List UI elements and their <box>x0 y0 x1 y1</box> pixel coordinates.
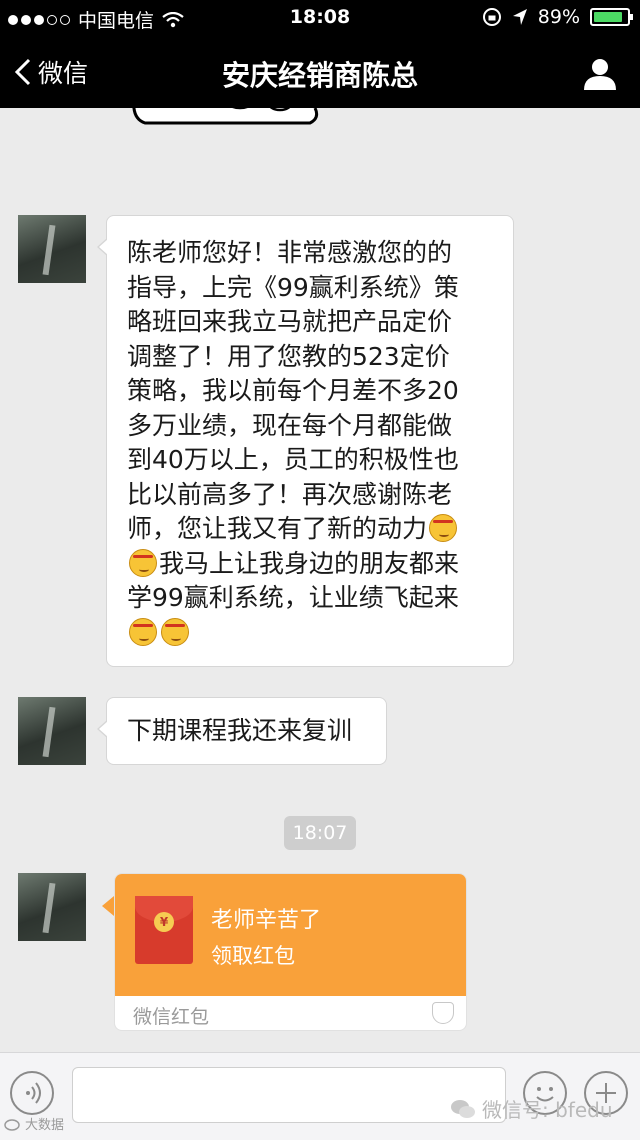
message-input[interactable] <box>72 1067 506 1123</box>
battery-level-fill <box>594 12 622 22</box>
wechat-logo-icon <box>451 1099 475 1118</box>
red-envelope-icon: ¥ <box>135 896 193 964</box>
message-bubble[interactable]: 陈老师您好！非常感激您的的 指导，上完《99赢利系统》策 略班回来我立马就把产品… <box>97 215 514 667</box>
coin-symbol: ¥ <box>154 912 174 932</box>
message-line: 多万业绩，现在每个月都能做 <box>127 410 453 440</box>
emoji-icon <box>129 617 157 646</box>
watermark-right: 微信号: bfedu <box>450 1094 613 1123</box>
avatar[interactable] <box>18 697 86 765</box>
red-packet-action: 领取红包 <box>211 944 295 968</box>
chat-title: 安庆经销商陈总 <box>221 59 418 92</box>
red-packet-body: ¥ 老师辛苦了 领取红包 <box>115 874 466 996</box>
watermark-left-text: 大数据 <box>25 1118 65 1133</box>
voice-icon[interactable] <box>10 1071 54 1115</box>
message-line: 调整了！用了您教的523定价 <box>127 341 450 371</box>
emoji-icon <box>129 548 157 577</box>
message-line-with-emoji: 我马上让我身边的朋友都来 <box>127 547 501 582</box>
emoji-row <box>127 616 501 651</box>
chat-area[interactable]: 陈老师您好！非常感激您的的 指导，上完《99赢利系统》策 略班回来我立马就把产品… <box>0 108 640 1052</box>
emoji-icon <box>429 514 458 542</box>
watermark-right-text: 微信号: bfedu <box>482 1098 613 1122</box>
message-line: 我马上让我身边的朋友都来 <box>159 548 460 578</box>
message-line: 师，您让我又有了新的动力 <box>127 514 428 543</box>
timestamp: 18:07 <box>284 816 356 850</box>
emoji-icon <box>161 617 189 646</box>
sticker-image <box>132 108 319 125</box>
message-line: 陈老师您好！非常感激您的的 <box>127 238 453 267</box>
message-line: 到40万以上，员工的积极性也 <box>127 445 459 474</box>
status-bar: 中国电信 18:08 89% <box>0 0 640 36</box>
avatar[interactable] <box>18 873 86 941</box>
watermark-left: 大数据 <box>4 1114 64 1133</box>
weibo-logo-icon <box>4 1118 20 1131</box>
message-line: 策略，我以前每个月差不多20 <box>127 376 459 405</box>
message-bubble[interactable]: 下期课程我还来复训 <box>97 697 387 765</box>
navigation-bar: 微信 安庆经销商陈总 <box>0 36 640 108</box>
message-line: 学99赢利系统，让业绩飞起来 <box>127 583 459 612</box>
location-arrow-icon <box>512 9 527 25</box>
message-text: 下期课程我还来复训 <box>127 716 353 745</box>
red-packet-message[interactable]: ¥ 老师辛苦了 领取红包 微信红包 <box>114 873 467 1031</box>
message-line: 指导，上完《99赢利系统》策 <box>127 272 459 302</box>
person-icon[interactable] <box>582 56 618 92</box>
message-line: 比以前高多了！再次感谢陈老 <box>127 479 453 509</box>
bubble-tail <box>102 896 114 916</box>
red-packet-title: 老师辛苦了 <box>211 908 322 933</box>
message-line: 略班回来我立马就把产品定价 <box>127 307 453 336</box>
avatar[interactable] <box>18 215 86 283</box>
battery-percent: 89% <box>537 6 580 28</box>
message-line-with-emoji: 师，您让我又有了新的动力 <box>127 512 501 547</box>
shield-icon <box>432 1002 454 1024</box>
rotation-lock-icon <box>482 8 501 26</box>
red-packet-footer: 微信红包 <box>133 1006 210 1028</box>
battery-icon <box>590 8 633 26</box>
